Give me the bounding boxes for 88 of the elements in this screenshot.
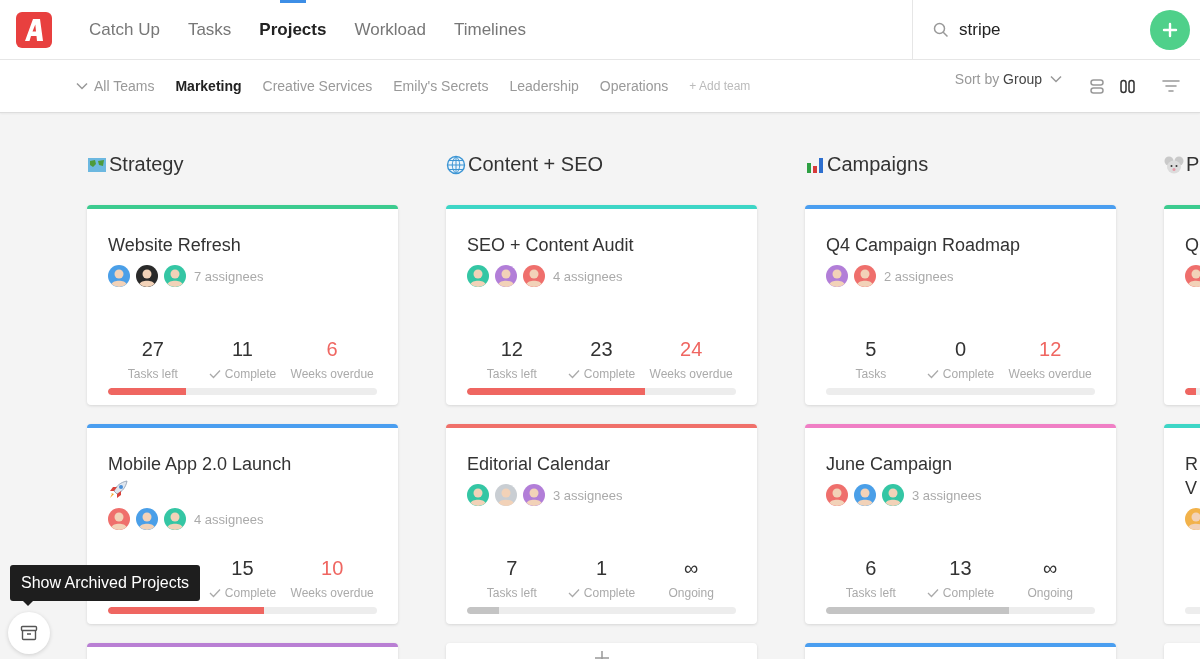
- check-icon: [926, 588, 939, 598]
- column-title: P: [1186, 153, 1200, 176]
- project-card[interactable]: SEO + Content Audit 4 assignees 12 Tasks left 23 Complete 24 Weeks overdue: [446, 205, 757, 405]
- project-title: Q4 Campaign Roadmap: [826, 234, 1022, 257]
- tooltip-arrow: [22, 600, 34, 606]
- column-title: Content + SEO: [468, 153, 604, 176]
- project-title: Q: [1185, 234, 1200, 257]
- mouse-icon: [1164, 154, 1184, 175]
- project-title: Website Refresh: [108, 234, 242, 257]
- stat-label: Weeks overdue: [290, 367, 374, 381]
- project-card[interactable]: Website Refresh 7 assignees 27 Tasks left 11 Complete 6 Weeks overdue: [87, 205, 398, 405]
- stat-label: Weeks overdue: [1008, 367, 1092, 381]
- tooltip: Show Archived Projects: [10, 565, 201, 601]
- project-title: Mobile App 2.0 Launch: [108, 453, 293, 476]
- stat-label: Ongoing: [668, 586, 714, 600]
- check-icon: [567, 369, 580, 379]
- stat-value: 27: [141, 338, 164, 361]
- stat-value: 5: [865, 338, 877, 361]
- stat-value: 13: [949, 557, 972, 580]
- stat-label: Complete: [942, 586, 995, 600]
- assignee-count: 3 assignees: [553, 487, 623, 503]
- project-title: R V: [1185, 453, 1199, 500]
- stat-label: Tasks left: [127, 367, 178, 381]
- project-title: June Campaign: [826, 453, 954, 476]
- stat-label: Tasks left: [486, 586, 537, 600]
- stat-value: ∞: [684, 557, 699, 580]
- stat-label: Complete: [583, 586, 636, 600]
- project-card[interactable]: Q4 Campaign Roadmap 2 assignees 5 Tasks 0 Complete 12 Weeks overdue: [805, 205, 1116, 405]
- nav-tab[interactable]: Catch Up: [75, 0, 174, 59]
- stat-value: 1: [595, 557, 608, 580]
- check-icon: [208, 369, 221, 379]
- stat-label: Complete: [224, 367, 277, 381]
- stat-label: Weeks overdue: [649, 367, 733, 381]
- stat-label: Complete: [224, 586, 277, 600]
- stat-value: 24: [680, 338, 703, 361]
- project-title: Editorial Calendar: [467, 453, 612, 476]
- search-icon: [933, 21, 949, 38]
- sort-dropdown[interactable]: Sort by Group: [954, 71, 1062, 87]
- archive-button[interactable]: [8, 612, 50, 654]
- nav-tab[interactable]: Workload: [340, 0, 440, 59]
- stat-value: 0: [954, 338, 967, 361]
- team-tab[interactable]: Marketing: [175, 78, 242, 94]
- stat-label: Tasks: [855, 367, 887, 381]
- app-logo[interactable]: [16, 11, 52, 48]
- stat-value: 6: [865, 557, 877, 580]
- project-card[interactable]: Q: [1164, 205, 1200, 405]
- sort-label: Sort by Group: [954, 71, 1042, 87]
- stat-label: Tasks left: [845, 586, 896, 600]
- rows-view-icon[interactable]: [1088, 77, 1106, 95]
- assignee-count: 4 assignees: [553, 268, 623, 284]
- check-icon: [208, 588, 221, 598]
- project-card[interactable]: Editorial Calendar 3 assignees 7 Tasks left 1 Complete ∞ Ongoing: [446, 424, 757, 624]
- assignee-count: 3 assignees: [912, 487, 982, 503]
- stat-value: 7: [506, 557, 518, 580]
- stat-value: 12: [500, 338, 523, 361]
- plus-icon: [1162, 21, 1178, 38]
- stat-value: 10: [321, 557, 344, 580]
- nav-tab[interactable]: Tasks: [173, 0, 246, 59]
- stat-label: Weeks overdue: [290, 586, 374, 600]
- stat-label: Complete: [942, 367, 995, 381]
- assignee-count: 7 assignees: [194, 268, 264, 284]
- globe-icon: [446, 154, 466, 175]
- assignee-count: 4 assignees: [194, 511, 264, 527]
- archive-icon: [20, 625, 38, 641]
- check-icon: [926, 369, 939, 379]
- project-card[interactable]: R V: [1164, 424, 1200, 624]
- stat-value: 15: [231, 557, 254, 580]
- columns-view-icon[interactable]: [1119, 77, 1137, 95]
- assignee-count: 2 assignees: [884, 268, 954, 284]
- chevron-down-icon: [76, 82, 88, 90]
- column-title: Campaigns: [827, 153, 929, 176]
- stat-value: 12: [1039, 338, 1062, 361]
- stat-value: 11: [232, 338, 253, 361]
- stat-label: Complete: [583, 367, 636, 381]
- project-card[interactable]: June Campaign 3 assignees 6 Tasks left 13 Complete ∞ Ongoing: [805, 424, 1116, 624]
- nav-tab[interactable]: Timelines: [439, 0, 541, 59]
- project-title: SEO + Content Audit: [467, 234, 635, 257]
- filter-icon[interactable]: [1162, 79, 1180, 93]
- nav-tab[interactable]: Projects: [245, 0, 341, 59]
- stat-value: 6: [326, 338, 338, 361]
- stat-value: ∞: [1043, 557, 1058, 580]
- column-title: Strategy: [109, 153, 184, 176]
- chevron-down-icon: [1050, 75, 1062, 83]
- stat-label: Ongoing: [1027, 586, 1073, 600]
- add-button[interactable]: [1150, 9, 1190, 50]
- stat-label: Tasks left: [486, 367, 537, 381]
- check-icon: [567, 588, 580, 598]
- stat-value: 23: [590, 338, 613, 361]
